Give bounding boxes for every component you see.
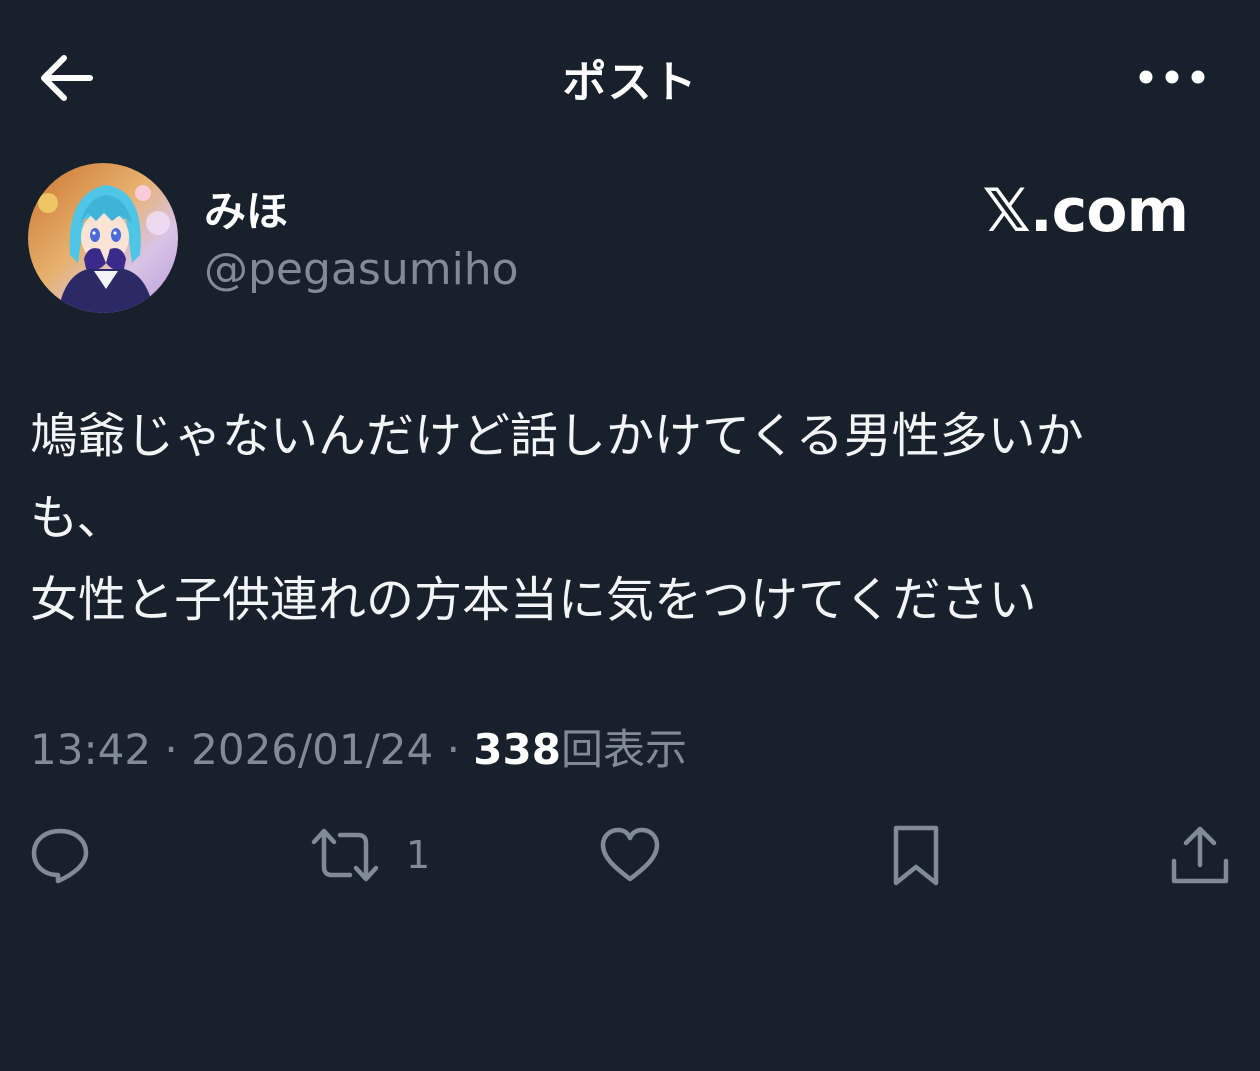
avatar[interactable] — [28, 163, 178, 313]
share-icon — [1171, 826, 1229, 884]
more-horizontal-icon — [1139, 70, 1205, 84]
like-button[interactable] — [598, 820, 662, 890]
avatar-image — [28, 163, 178, 313]
views-count: 338 — [473, 725, 561, 774]
watermark-logo: 𝕏.com — [982, 176, 1189, 246]
top-header: ポスト — [0, 0, 1260, 150]
more-options-button[interactable] — [1138, 62, 1208, 92]
author-handle[interactable]: @pegasumiho — [204, 244, 519, 295]
share-button[interactable] — [1168, 820, 1232, 890]
bookmark-icon — [893, 825, 939, 886]
repost-button[interactable]: 1 — [310, 820, 430, 890]
views-label: 回表示 — [560, 725, 687, 774]
meta-separator: · — [446, 725, 460, 774]
post-time[interactable]: 13:42 — [30, 725, 151, 774]
repost-count: 1 — [406, 833, 431, 877]
page-title: ポスト — [562, 57, 698, 108]
author-display-name[interactable]: みほ — [204, 178, 288, 239]
action-bar: 1 — [0, 820, 1260, 890]
bookmark-button[interactable] — [884, 820, 948, 890]
heart-icon — [600, 827, 660, 882]
reply-button[interactable] — [28, 820, 92, 890]
meta-separator: · — [164, 725, 178, 774]
repost-icon — [311, 828, 379, 882]
post-detail-screen: ポスト みほ @pegasumiho 𝕏.com 鳩爺じゃないんだけど話しかけて… — [0, 0, 1260, 1071]
post-meta: 13:42 · 2026/01/24 · 338回表示 — [30, 716, 687, 777]
post-date[interactable]: 2026/01/24 — [191, 725, 433, 774]
post-text: 鳩爺じゃないんだけど話しかけてくる男性多いか も、 女性と子供連れの方本当に気を… — [30, 408, 1084, 628]
reply-bubble-icon — [31, 828, 89, 884]
